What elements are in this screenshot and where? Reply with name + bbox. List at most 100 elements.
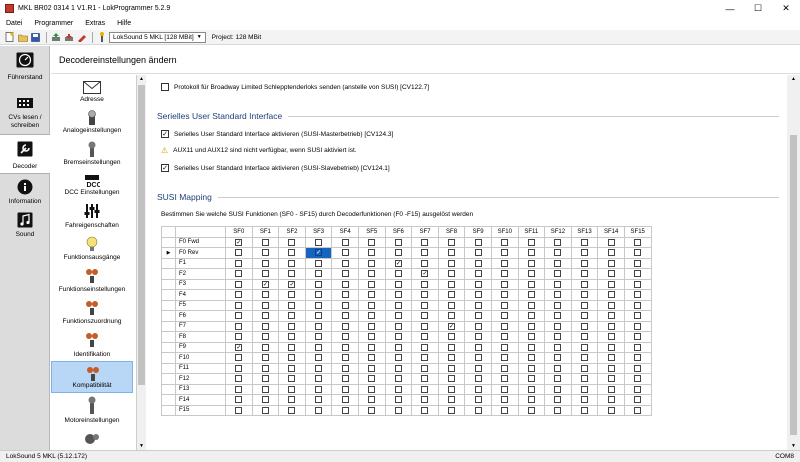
mapping-checkbox[interactable] xyxy=(554,385,562,393)
mapping-checkbox[interactable] xyxy=(527,364,535,372)
mapping-checkbox[interactable] xyxy=(341,354,349,362)
mapping-checkbox[interactable] xyxy=(368,396,376,404)
mapping-checkbox[interactable] xyxy=(501,291,509,299)
mapping-checkbox[interactable] xyxy=(288,396,296,404)
mapping-checkbox[interactable] xyxy=(235,406,243,414)
mapping-cell[interactable] xyxy=(331,352,359,364)
mapping-checkbox[interactable] xyxy=(527,396,535,404)
mapping-checkbox[interactable] xyxy=(421,406,429,414)
menu-extras[interactable]: Extras xyxy=(79,20,111,27)
mapping-checkbox[interactable] xyxy=(501,280,509,288)
mapping-cell[interactable] xyxy=(331,278,359,290)
mapping-checkbox[interactable] xyxy=(501,375,509,383)
mapping-cell[interactable] xyxy=(544,299,572,311)
mapping-checkbox[interactable] xyxy=(235,333,243,341)
row-indicator[interactable] xyxy=(161,299,176,311)
mapping-cell[interactable] xyxy=(570,352,599,364)
mapping-cell[interactable] xyxy=(597,320,625,332)
mapping-checkbox[interactable] xyxy=(474,406,482,414)
mapping-cell[interactable] xyxy=(597,299,625,311)
mapping-cell[interactable] xyxy=(544,394,572,406)
mapping-checkbox[interactable] xyxy=(341,291,349,299)
mapping-checkbox[interactable] xyxy=(368,312,376,320)
mapping-checkbox[interactable] xyxy=(288,259,296,267)
mapping-checkbox[interactable] xyxy=(394,364,402,372)
scroll-down-icon[interactable]: ▼ xyxy=(138,443,145,449)
mapping-checkbox[interactable] xyxy=(554,364,562,372)
mapping-checkbox[interactable] xyxy=(607,333,615,341)
mapping-cell[interactable] xyxy=(225,299,253,311)
mapping-checkbox[interactable] xyxy=(235,291,243,299)
mapping-cell[interactable] xyxy=(597,383,625,395)
mapping-cell[interactable] xyxy=(464,320,492,332)
mapping-checkbox[interactable] xyxy=(421,375,429,383)
mapping-cell[interactable] xyxy=(517,278,546,290)
mapping-checkbox[interactable] xyxy=(421,396,429,404)
mapping-checkbox[interactable] xyxy=(261,343,269,351)
mapping-cell[interactable] xyxy=(411,268,439,280)
mapping-cell[interactable] xyxy=(623,278,652,290)
row-indicator[interactable]: ▶ xyxy=(161,247,176,259)
mapping-checkbox[interactable] xyxy=(554,249,562,257)
write-icon[interactable] xyxy=(76,32,87,43)
mapping-checkbox[interactable] xyxy=(341,280,349,288)
mapping-checkbox[interactable] xyxy=(421,249,429,257)
mapping-checkbox[interactable] xyxy=(235,259,243,267)
mapping-checkbox[interactable] xyxy=(315,259,323,267)
mapping-cell[interactable] xyxy=(490,247,519,259)
mapping-cell[interactable] xyxy=(225,257,253,269)
mapping-cell[interactable] xyxy=(517,373,546,385)
mapping-checkbox[interactable] xyxy=(448,364,456,372)
mapping-checkbox[interactable] xyxy=(368,343,376,351)
mapping-cell[interactable] xyxy=(278,362,306,374)
mapping-cell[interactable] xyxy=(331,289,359,301)
mapping-checkbox[interactable] xyxy=(607,354,615,362)
mapping-checkbox[interactable] xyxy=(474,333,482,341)
mapping-checkbox[interactable] xyxy=(554,322,562,330)
content-scrollbar[interactable]: ▲ ▼ xyxy=(787,75,800,450)
mapping-checkbox[interactable] xyxy=(288,280,296,288)
mapping-checkbox[interactable] xyxy=(634,291,642,299)
mapping-cell[interactable] xyxy=(517,331,546,343)
mapping-cell[interactable] xyxy=(490,373,519,385)
mapping-checkbox[interactable] xyxy=(607,280,615,288)
mapping-cell[interactable] xyxy=(225,352,253,364)
mapping-cell[interactable] xyxy=(251,320,280,332)
category-funktionseinstellungen[interactable]: Funktionseinstellungen xyxy=(51,264,133,296)
mapping-checkbox[interactable] xyxy=(581,249,589,257)
mapping-cell[interactable] xyxy=(411,320,439,332)
mapping-checkbox[interactable] xyxy=(261,322,269,330)
mapping-cell[interactable] xyxy=(225,268,253,280)
mapping-checkbox[interactable] xyxy=(261,280,269,288)
mapping-checkbox[interactable] xyxy=(474,270,482,278)
mapping-cell[interactable] xyxy=(278,236,306,248)
row-indicator[interactable] xyxy=(161,289,176,301)
mapping-cell[interactable] xyxy=(544,331,572,343)
mapping-checkbox[interactable] xyxy=(527,280,535,288)
mapping-cell[interactable] xyxy=(544,320,572,332)
mapping-cell[interactable] xyxy=(490,268,519,280)
mapping-checkbox[interactable] xyxy=(634,301,642,309)
mapping-cell[interactable] xyxy=(437,394,466,406)
mapping-cell[interactable] xyxy=(623,373,652,385)
mapping-checkbox[interactable] xyxy=(554,280,562,288)
mapping-cell[interactable] xyxy=(437,373,466,385)
mapping-checkbox[interactable] xyxy=(501,406,509,414)
mapping-checkbox[interactable] xyxy=(315,301,323,309)
mapping-cell[interactable] xyxy=(411,341,439,353)
mapping-cell[interactable] xyxy=(411,404,439,416)
mapping-checkbox[interactable] xyxy=(474,396,482,404)
mapping-checkbox[interactable] xyxy=(394,354,402,362)
mapping-cell[interactable] xyxy=(623,289,652,301)
mapping-cell[interactable] xyxy=(331,236,359,248)
mapping-checkbox[interactable] xyxy=(581,259,589,267)
mapping-cell[interactable] xyxy=(384,268,413,280)
mapping-checkbox[interactable] xyxy=(288,385,296,393)
mapping-cell[interactable] xyxy=(464,299,492,311)
mapping-checkbox[interactable] xyxy=(554,354,562,362)
mapping-checkbox[interactable] xyxy=(607,396,615,404)
mapping-cell[interactable] xyxy=(464,341,492,353)
mapping-cell[interactable] xyxy=(251,331,280,343)
mapping-checkbox[interactable] xyxy=(607,343,615,351)
mapping-cell[interactable] xyxy=(357,247,386,259)
